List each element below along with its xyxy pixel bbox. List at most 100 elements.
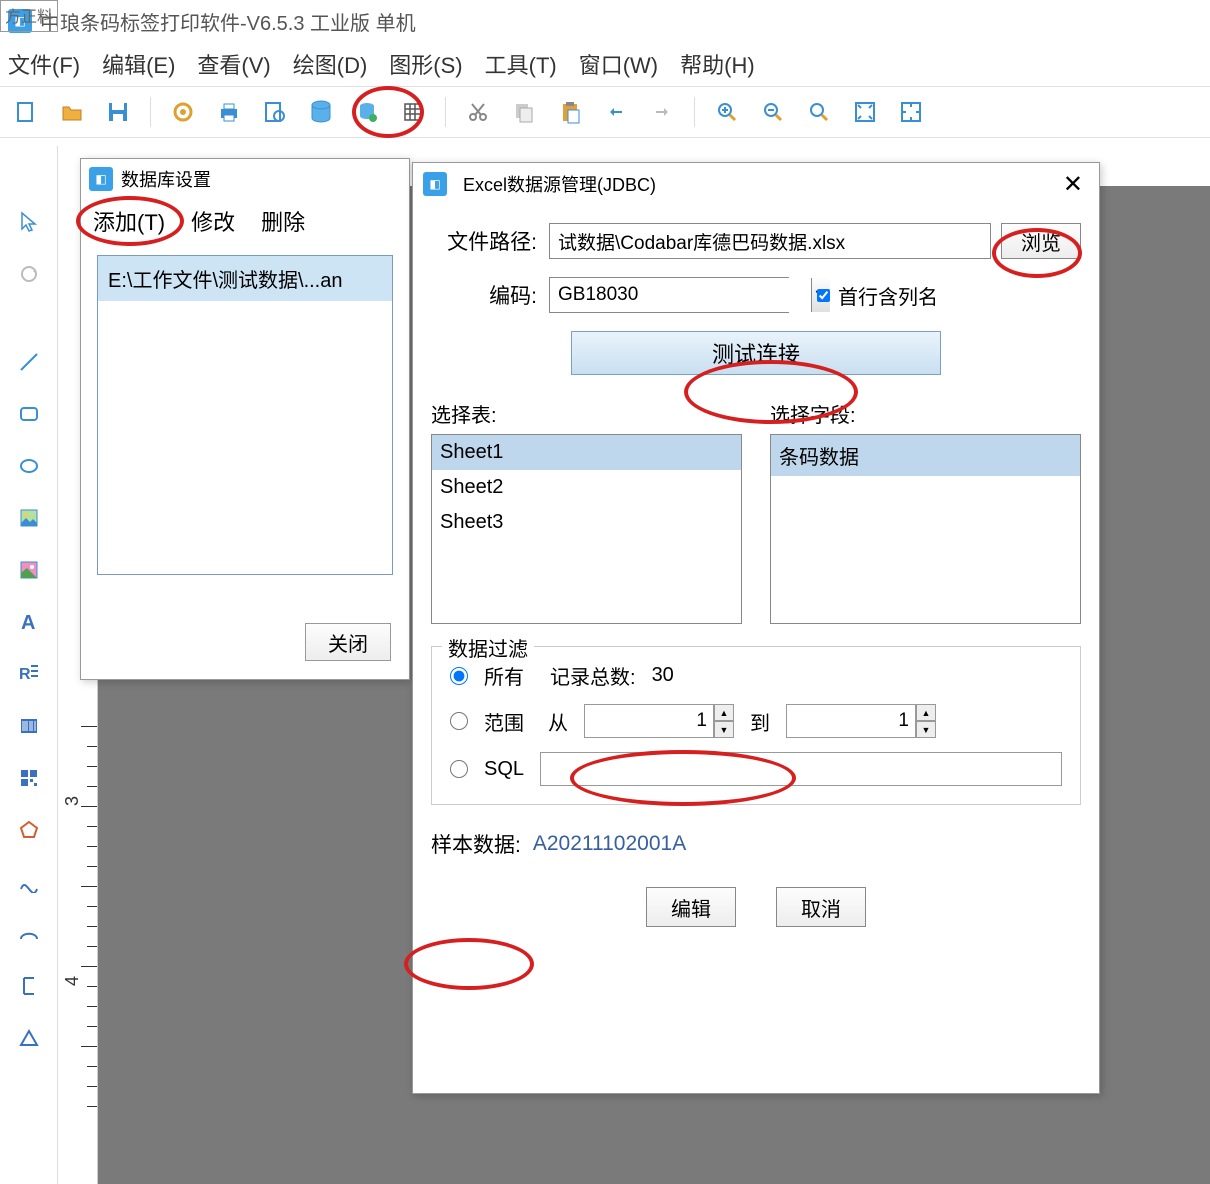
test-connection-button[interactable]: 测试连接 — [571, 331, 941, 375]
browse-button[interactable]: 浏览 — [1001, 223, 1081, 259]
menu-file[interactable]: 文件(F) — [8, 48, 80, 80]
fit-width-icon[interactable] — [893, 94, 929, 130]
range-from-input[interactable] — [584, 704, 714, 738]
dialog-icon: ◧ — [423, 172, 447, 196]
close-icon[interactable]: ✕ — [1057, 170, 1089, 199]
zoom-100-icon[interactable] — [801, 94, 837, 130]
filter-range-radio[interactable] — [450, 712, 468, 730]
database-icon[interactable] — [303, 94, 339, 130]
svg-text:R: R — [19, 666, 31, 683]
sample-data-value: A20211102001A — [533, 832, 686, 856]
toolbar — [0, 86, 1210, 138]
ruler-label: 4 — [62, 976, 83, 986]
db-close-button[interactable]: 关闭 — [305, 623, 391, 661]
record-count-label: 记录总数: — [550, 661, 636, 690]
first-row-header-input[interactable] — [817, 289, 830, 302]
polygon-tool-icon[interactable] — [11, 812, 47, 848]
font-box[interactable]: 方正料 — [0, 0, 58, 32]
rect-tool-icon[interactable] — [11, 396, 47, 432]
cancel-button[interactable]: 取消 — [776, 887, 866, 927]
toolbar-separator — [694, 97, 695, 127]
main-titlebar: ◧ 中琅条码标签打印软件-V6.5.3 工业版 单机 — [0, 0, 1210, 42]
db-menu-delete[interactable]: 删除 — [261, 205, 305, 237]
menu-edit[interactable]: 编辑(E) — [102, 48, 175, 80]
range-to-spinner[interactable]: ▲▼ — [786, 704, 936, 738]
select-table-label: 选择表: — [431, 399, 742, 428]
list-item[interactable]: Sheet3 — [432, 505, 741, 540]
record-count-value: 30 — [652, 664, 674, 687]
line-tool-icon[interactable] — [11, 344, 47, 380]
barcode-tool-icon[interactable] — [11, 708, 47, 744]
first-row-header-checkbox[interactable]: 首行含列名 — [817, 281, 938, 310]
fit-screen-icon[interactable] — [847, 94, 883, 130]
image-tool-icon[interactable] — [11, 500, 47, 536]
range-from-spinner[interactable]: ▲▼ — [584, 704, 734, 738]
picture-tool-icon[interactable] — [11, 552, 47, 588]
pointer-tool-icon[interactable] — [11, 204, 47, 240]
menu-tool[interactable]: 工具(T) — [485, 48, 557, 80]
arc-tool-icon[interactable] — [11, 916, 47, 952]
toolbar-separator — [445, 97, 446, 127]
rotate-tool-icon[interactable] — [11, 256, 47, 292]
curve-tool-icon[interactable] — [11, 864, 47, 900]
range-to-input[interactable] — [786, 704, 916, 738]
zoom-out-icon[interactable] — [755, 94, 791, 130]
cut-icon[interactable] — [460, 94, 496, 130]
spin-up-icon[interactable]: ▲ — [714, 704, 734, 721]
zoom-in-icon[interactable] — [709, 94, 745, 130]
spin-down-icon[interactable]: ▼ — [714, 721, 734, 738]
save-icon[interactable] — [100, 94, 136, 130]
menu-view[interactable]: 查看(V) — [197, 48, 270, 80]
paste-icon[interactable] — [552, 94, 588, 130]
encoding-input[interactable] — [550, 278, 811, 312]
richtext-tool-icon[interactable]: R — [11, 656, 47, 692]
print-icon[interactable] — [211, 94, 247, 130]
menu-help[interactable]: 帮助(H) — [680, 48, 755, 80]
database-link-icon[interactable] — [349, 94, 385, 130]
menu-shape[interactable]: 图形(S) — [389, 48, 462, 80]
sql-input[interactable] — [540, 752, 1062, 786]
bracket-tool-icon[interactable] — [11, 968, 47, 1004]
app-title: 中琅条码标签打印软件-V6.5.3 工业版 单机 — [40, 7, 416, 36]
edit-button[interactable]: 编辑 — [646, 887, 736, 927]
redo-icon[interactable] — [644, 94, 680, 130]
undo-icon[interactable] — [598, 94, 634, 130]
list-item[interactable]: Sheet2 — [432, 470, 741, 505]
tables-listbox[interactable]: Sheet1 Sheet2 Sheet3 — [431, 434, 742, 624]
encoding-combo[interactable]: ▼ — [549, 277, 789, 313]
settings-icon[interactable] — [165, 94, 201, 130]
excel-dialog-titlebar[interactable]: ◧ Excel数据源管理(JDBC) ✕ — [413, 163, 1099, 205]
file-path-input[interactable] — [549, 223, 991, 259]
preview-icon[interactable] — [257, 94, 293, 130]
new-icon[interactable] — [8, 94, 44, 130]
ellipse-tool-icon[interactable] — [11, 448, 47, 484]
filter-title: 数据过滤 — [442, 633, 534, 662]
sample-data-label: 样本数据: — [431, 829, 521, 859]
triangle-tool-icon[interactable] — [11, 1020, 47, 1056]
excel-datasource-dialog: ◧ Excel数据源管理(JDBC) ✕ 文件路径: 浏览 编码: ▼ 首行含列… — [412, 162, 1100, 1094]
qr-tool-icon[interactable] — [11, 760, 47, 796]
db-connections-list[interactable]: E:\工作文件\测试数据\...an — [97, 255, 393, 575]
db-list-item[interactable]: E:\工作文件\测试数据\...an — [98, 256, 392, 301]
filter-sql-radio[interactable] — [450, 760, 468, 778]
list-item[interactable]: Sheet1 — [432, 435, 741, 470]
copy-icon[interactable] — [506, 94, 542, 130]
fields-listbox[interactable]: 条码数据 — [770, 434, 1081, 624]
menu-window[interactable]: 窗口(W) — [579, 48, 658, 80]
db-dialog-titlebar[interactable]: ◧ 数据库设置 — [81, 159, 409, 199]
grid-icon[interactable] — [395, 94, 431, 130]
menubar: 文件(F) 编辑(E) 查看(V) 绘图(D) 图形(S) 工具(T) 窗口(W… — [0, 42, 1210, 86]
db-dialog-menubar: 添加(T) 修改 删除 — [81, 199, 409, 243]
text-tool-icon[interactable]: A — [11, 604, 47, 640]
open-icon[interactable] — [54, 94, 90, 130]
spin-down-icon[interactable]: ▼ — [916, 721, 936, 738]
filter-all-radio[interactable] — [450, 667, 468, 685]
database-settings-dialog: ◧ 数据库设置 添加(T) 修改 删除 E:\工作文件\测试数据\...an 关… — [80, 158, 410, 680]
spin-up-icon[interactable]: ▲ — [916, 704, 936, 721]
db-menu-modify[interactable]: 修改 — [191, 205, 235, 237]
db-dialog-title: 数据库设置 — [121, 166, 211, 192]
list-item[interactable]: 条码数据 — [771, 435, 1080, 476]
menu-draw[interactable]: 绘图(D) — [293, 48, 368, 80]
excel-dialog-title: Excel数据源管理(JDBC) — [463, 171, 656, 197]
db-menu-add[interactable]: 添加(T) — [93, 205, 165, 237]
